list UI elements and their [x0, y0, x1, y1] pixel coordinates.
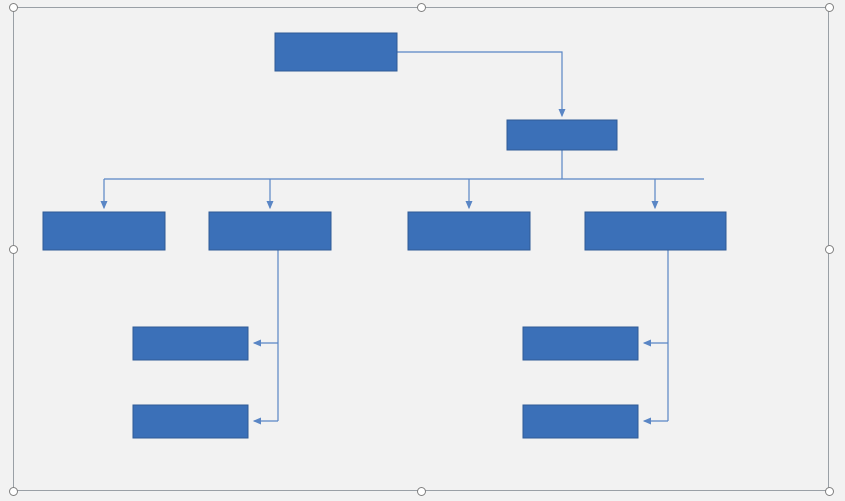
selection-handle-e[interactable]: [825, 245, 834, 254]
box-l2b[interactable]: [133, 405, 248, 438]
box-l2a[interactable]: [133, 327, 248, 360]
box-l4b[interactable]: [523, 405, 638, 438]
selection-handle-se[interactable]: [825, 487, 834, 496]
box-c1[interactable]: [43, 212, 165, 250]
box-c3[interactable]: [408, 212, 530, 250]
selection-handle-ne[interactable]: [825, 3, 834, 12]
selection-handle-w[interactable]: [9, 245, 18, 254]
selection-handle-nw[interactable]: [9, 3, 18, 12]
selection-handle-sw[interactable]: [9, 487, 18, 496]
boxes-group: [43, 33, 726, 438]
selection-handle-n[interactable]: [417, 3, 426, 12]
box-l4a[interactable]: [523, 327, 638, 360]
box-c2[interactable]: [209, 212, 331, 250]
box-sub[interactable]: [507, 120, 617, 150]
canvas-stage: [0, 0, 845, 501]
diagram-svg: [13, 7, 829, 491]
selection-handle-s[interactable]: [417, 487, 426, 496]
connector-root-sub: [397, 52, 562, 116]
box-root[interactable]: [275, 33, 397, 71]
box-c4[interactable]: [585, 212, 726, 250]
